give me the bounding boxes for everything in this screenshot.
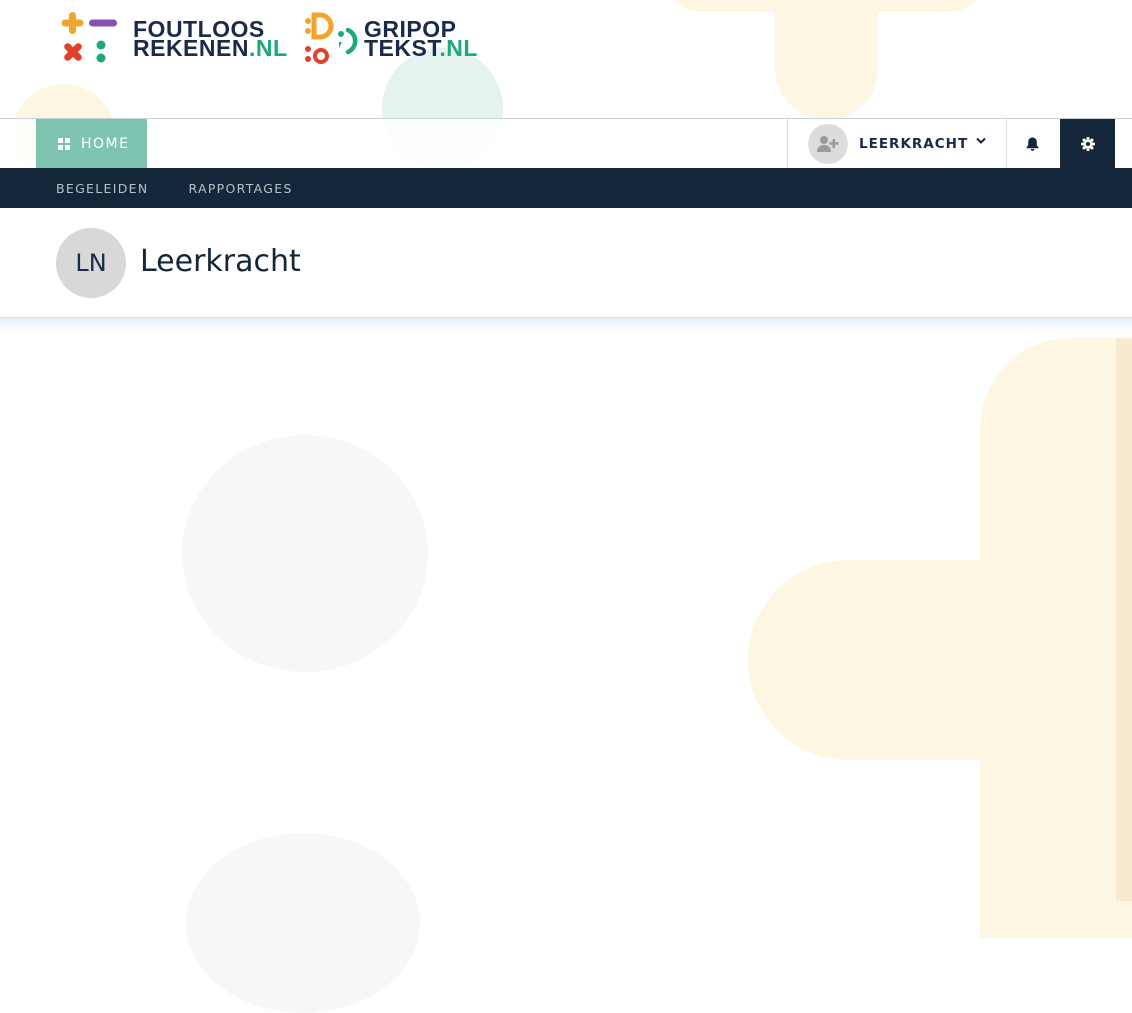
subnav-item-rapportages[interactable]: RAPPORTAGES (188, 181, 292, 196)
logo-line2: TEKST.NL (364, 35, 478, 61)
brand-logos: FOUTLOOS REKENEN.NL GRIPOP TEKST.NL (60, 12, 499, 68)
page-title: Leerkracht (140, 244, 301, 279)
chevron-down-icon (976, 137, 986, 144)
math-symbols-icon (61, 12, 117, 63)
foutloos-rekenen-logo[interactable]: FOUTLOOS REKENEN.NL (60, 12, 290, 68)
avatar-initials: LN (56, 228, 126, 298)
decor-plus (775, 0, 878, 120)
page-header: LN Leerkracht (0, 208, 1132, 318)
header-shadow (0, 318, 1132, 334)
decor-circle (186, 833, 420, 1013)
tab-home-label: HOME (81, 135, 130, 152)
emoticon-icon (305, 12, 358, 64)
user-menu[interactable]: LEERKRACHT (787, 119, 1007, 168)
notifications-button[interactable] (1006, 119, 1059, 168)
decor-plus (748, 560, 1132, 760)
bell-icon (1026, 137, 1039, 151)
user-plus-icon (817, 135, 839, 152)
tab-home[interactable]: HOME (36, 119, 147, 168)
settings-button[interactable] (1060, 119, 1115, 168)
avatar (808, 123, 848, 164)
gear-icon (1080, 136, 1095, 151)
sub-navbar: BEGELEIDEN RAPPORTAGES (0, 168, 1132, 208)
gripop-tekst-logo[interactable]: GRIPOP TEKST.NL (304, 12, 499, 68)
grid-icon (58, 137, 70, 150)
subnav-item-begeleiden[interactable]: BEGELEIDEN (56, 181, 148, 196)
logo-line2: REKENEN.NL (133, 35, 288, 61)
top-navbar: HOME LEERKRACHT (0, 118, 1132, 168)
decor-edge (1116, 338, 1132, 901)
user-name: LEERKRACHT (859, 135, 969, 152)
decor-circle (182, 435, 428, 672)
